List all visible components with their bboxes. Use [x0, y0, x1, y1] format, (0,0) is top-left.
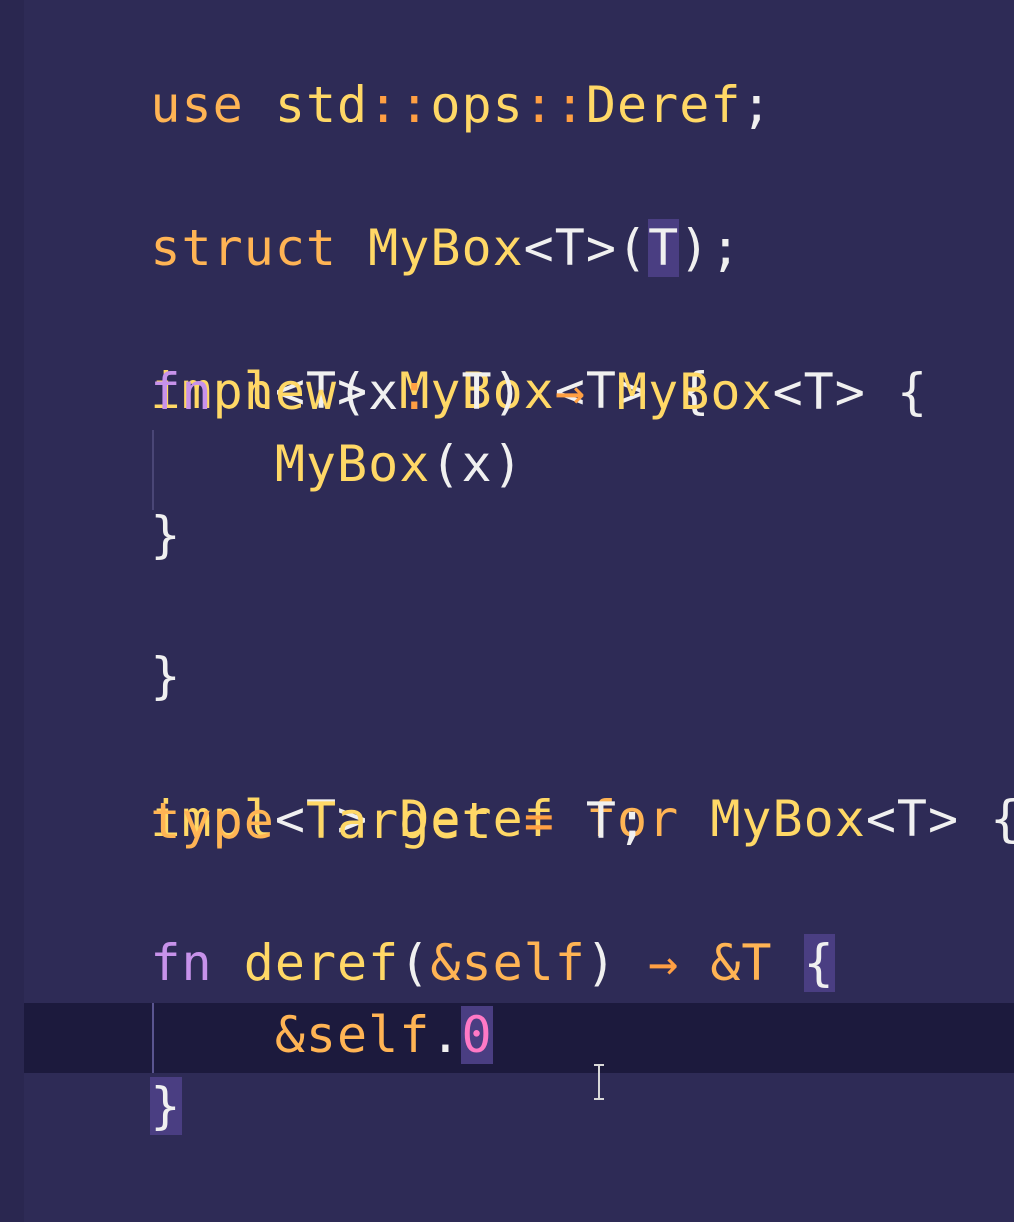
code-line-6[interactable]: } — [26, 500, 182, 570]
arrow-icon: → — [554, 363, 586, 421]
paren-open: ( — [616, 219, 649, 277]
brace-close: } — [150, 647, 182, 705]
brace-open: { — [990, 790, 1014, 848]
code-line-5[interactable]: MyBox(x) — [26, 429, 524, 499]
brace-close: } — [150, 506, 182, 564]
associated-type-name: Target — [305, 792, 493, 850]
function-name: new — [243, 363, 338, 421]
code-line-4[interactable]: fn new(x: T) → MyBox<T> { — [26, 357, 928, 427]
impl-type-name: MyBox — [710, 790, 866, 848]
code-line-12[interactable]: } — [26, 1071, 182, 1141]
function-name: deref — [243, 934, 400, 992]
generic-params: <T> — [865, 790, 960, 848]
code-line-7[interactable]: } — [26, 571, 182, 705]
type-value: T — [585, 792, 618, 850]
editor-gutter — [0, 0, 24, 1222]
code-line-1[interactable]: use std::ops::Deref; — [26, 0, 773, 134]
param-name: x — [368, 363, 400, 421]
text-cursor-icon — [594, 1064, 604, 1100]
generic-params: <T> — [523, 219, 617, 277]
self-reference: &self — [274, 1006, 431, 1064]
return-type: &T — [710, 934, 773, 992]
paren-close: ) — [492, 435, 524, 493]
tuple-field-type: T — [648, 219, 680, 277]
colon: : — [399, 363, 431, 421]
code-line-8[interactable]: impl<T> Deref for MyBox<T> { — [26, 714, 1014, 848]
code-editor[interactable]: use std::ops::Deref; struct MyBox<T>(T);… — [0, 0, 1014, 1222]
type-keyword: type — [150, 792, 275, 850]
argument: x — [461, 435, 493, 493]
path-separator: :: — [368, 76, 431, 134]
path-ops: ops — [430, 76, 524, 134]
brace-open: { — [896, 363, 929, 421]
semicolon: ; — [741, 76, 773, 134]
semicolon: ; — [710, 219, 742, 277]
code-line-10[interactable]: fn deref(&self) → &T { — [26, 928, 835, 998]
generic-params: <T> — [772, 363, 866, 421]
self-param: &self — [430, 934, 586, 992]
paren-open: ( — [430, 435, 462, 493]
paren-close: ) — [679, 219, 711, 277]
path-separator: :: — [523, 76, 586, 134]
arrow-icon: → — [648, 934, 680, 992]
code-line-13[interactable]: } — [26, 1143, 182, 1222]
param-type: T — [461, 363, 493, 421]
return-type: MyBox — [617, 363, 773, 421]
paren-close: ) — [585, 934, 617, 992]
paren-open: ( — [399, 934, 431, 992]
paren-close: ) — [492, 363, 524, 421]
semicolon: ; — [617, 792, 649, 850]
code-line-3[interactable]: impl<T> MyBox<T> { — [26, 286, 710, 420]
code-line-2[interactable]: struct MyBox<T>(T); — [26, 143, 741, 277]
equals-operator: = — [523, 792, 555, 850]
tuple-index: 0 — [461, 1006, 493, 1064]
dot-operator: . — [430, 1006, 462, 1064]
fn-keyword: fn — [150, 363, 213, 421]
code-line-9[interactable]: type Target = T; — [26, 786, 648, 856]
use-keyword: use — [150, 76, 244, 134]
brace-close-matched: } — [150, 1077, 182, 1135]
fn-keyword: fn — [150, 934, 213, 992]
path-std: std — [274, 76, 369, 134]
struct-keyword: struct — [150, 219, 338, 277]
struct-name: MyBox — [368, 219, 524, 277]
brace-open-matched: { — [803, 934, 835, 992]
code-line-11[interactable]: &self.0 — [26, 1000, 493, 1070]
paren-open: ( — [337, 363, 369, 421]
constructor-call: MyBox — [274, 435, 431, 493]
import-name: Deref — [585, 76, 742, 134]
